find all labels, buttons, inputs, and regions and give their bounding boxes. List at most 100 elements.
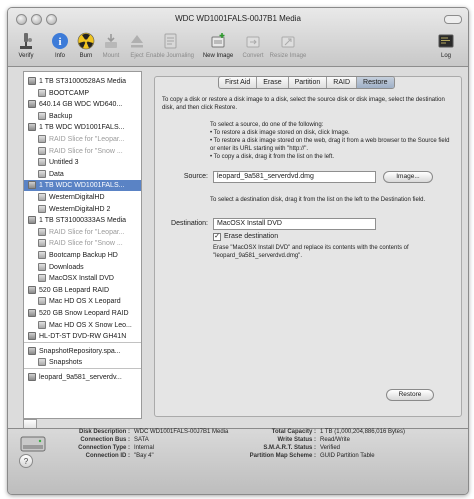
sidebar-item-label: 520 GB Leopard RAID: [39, 286, 110, 294]
source-field[interactable]: leopard_9a581_serverdvd.dmg: [213, 171, 376, 183]
source-help-item-2: • To restore a disk image stored on the …: [210, 138, 450, 152]
sidebar-item-label: Snapshots: [49, 359, 83, 367]
tab-first-aid[interactable]: First Aid: [219, 77, 258, 88]
sidebar-item[interactable]: 640.14 GB WDC WD640...: [24, 99, 141, 110]
volume-icon: [38, 320, 46, 329]
volume-icon: [38, 135, 46, 143]
volume-icon: [38, 297, 46, 306]
info-label: Info: [54, 53, 65, 59]
sidebar-item[interactable]: RAID Slice for "Snow ...: [24, 146, 141, 157]
log-button[interactable]: Log: [427, 31, 465, 59]
disk-info-bar: Disk Description : WDC WD1001FALS-00J7B1…: [8, 428, 468, 494]
tab-raid[interactable]: RAID: [327, 77, 358, 88]
erase-destination-checkbox[interactable]: ✓: [213, 233, 221, 241]
write-status-value: Read/Write: [320, 437, 350, 443]
eject-icon: [127, 31, 147, 51]
mount-label: Mount: [102, 53, 120, 59]
image-icon: [28, 346, 36, 355]
sidebar-item[interactable]: MacOSX Install DVD: [24, 273, 141, 284]
sidebar-item[interactable]: RAID Slice for "Snow ...: [24, 238, 141, 249]
volume-icon: [38, 262, 46, 271]
convert-label: Convert: [242, 53, 264, 59]
tab-restore[interactable]: Restore: [357, 77, 394, 88]
sidebar-item-label: MacOSX Install DVD: [49, 275, 114, 283]
sidebar-item[interactable]: Untitled 3: [24, 157, 141, 168]
connection-type-value: Internal: [134, 445, 155, 451]
new-image-icon: [208, 31, 228, 51]
sidebar-item[interactable]: Backup: [24, 111, 141, 122]
sidebar-item[interactable]: Mac HD OS X Leopard: [24, 296, 141, 307]
sidebar-item[interactable]: 520 GB Snow Leopard RAID: [24, 308, 141, 319]
sidebar-item-label: RAID Slice for "Leopar...: [49, 228, 125, 236]
restore-button[interactable]: Restore: [386, 389, 434, 401]
sidebar-item[interactable]: Bootcamp Backup HD: [24, 250, 141, 261]
image-button[interactable]: Image...: [383, 171, 433, 183]
sidebar-item[interactable]: SnapshotRepository.spa...: [24, 346, 141, 357]
toolbar-toggle-button[interactable]: [444, 15, 462, 24]
smart-status-value: Verified: [320, 445, 341, 451]
sidebar-item[interactable]: Mac HD OS X Snow Leo...: [24, 320, 141, 331]
new-image-button[interactable]: New Image: [198, 31, 238, 59]
volume-icon: [38, 111, 46, 120]
sidebar-item[interactable]: 1 TB ST31000333AS Media: [24, 215, 141, 226]
connection-type-key: Connection Type :: [78, 445, 130, 451]
enable-journaling-button[interactable]: Enable Journaling: [145, 31, 195, 59]
sidebar-item[interactable]: BOOTCAMP: [24, 88, 141, 99]
verify-label: Verify: [18, 53, 34, 59]
sidebar-item[interactable]: RAID Slice for "Leopar...: [24, 227, 141, 238]
sidebar-item[interactable]: 1 TB WDC WD1001FALS...: [24, 122, 141, 133]
sidebar-item[interactable]: Data: [24, 169, 141, 180]
volume-icon: [38, 204, 46, 213]
sidebar-item-label: Data: [49, 170, 64, 178]
sidebar-item-label: WesternDigitalHD: [49, 194, 105, 201]
write-status-key: Write Status :: [277, 437, 316, 443]
verify-button[interactable]: Verify: [8, 31, 45, 59]
tab-erase[interactable]: Erase: [257, 77, 289, 88]
source-label: Source:: [183, 173, 208, 180]
volume-icon: [38, 88, 46, 97]
sidebar-item-label: Downloads: [49, 263, 84, 271]
tab-partition[interactable]: Partition: [289, 77, 328, 88]
sidebar-item[interactable]: 520 GB Leopard RAID: [24, 285, 141, 296]
volume-icon: [38, 158, 46, 167]
volume-icon: [38, 146, 46, 155]
disk-list-sidebar[interactable]: 1 TB ST31000528AS Media BOOTCAMP 640.14 GB…: [23, 71, 142, 419]
tab-bar: First Aid Erase Partition RAID Restore: [218, 76, 395, 89]
destination-field[interactable]: MacOSX Install DVD: [213, 218, 376, 230]
disk-icon: [28, 100, 36, 109]
sidebar-item[interactable]: leopard_9a581_serverdv...: [24, 372, 141, 383]
sidebar-item[interactable]: RAID Slice for "Leopar...: [24, 134, 141, 145]
optical-icon: [28, 332, 36, 341]
sidebar-item-label: 1 TB WDC WD1001FALS...: [39, 182, 125, 190]
volume-icon: [38, 169, 46, 178]
connection-bus-key: Connection Bus :: [80, 437, 130, 443]
log-label: Log: [440, 53, 451, 59]
help-button[interactable]: ?: [19, 454, 33, 468]
source-help-title: To select a source, do one of the follow…: [210, 122, 324, 128]
sidebar-item-label: RAID Slice for "Snow ...: [49, 240, 123, 248]
volume-icon: [38, 251, 46, 259]
source-help-item-1: • To restore a disk image stored on disk…: [210, 130, 350, 136]
sidebar-item[interactable]: 1 TB WDC WD1001FALS...: [24, 180, 141, 192]
sidebar-item[interactable]: Downloads: [24, 262, 141, 273]
source-help-item-3: • To copy a disk, drag it from the list …: [210, 154, 335, 160]
volume-icon: [38, 227, 46, 236]
volume-icon: [38, 239, 46, 248]
sidebar-item-label: RAID Slice for "Snow ...: [49, 147, 123, 155]
sidebar-item[interactable]: HL-DT-ST DVD-RW GH41N: [24, 331, 141, 342]
new-image-label: New Image: [202, 53, 234, 59]
sidebar-item[interactable]: WesternDigitalHD 2: [24, 204, 141, 215]
sidebar-item-label: Untitled 3: [49, 159, 79, 167]
total-capacity-value: 1 TB (1,000,204,886,016 Bytes): [320, 429, 405, 435]
disk-icon: [28, 285, 36, 294]
sidebar-separator: [24, 368, 141, 369]
disk-icon: [28, 309, 36, 317]
erase-note: Erase "MacOSX Install DVD" and replace i…: [213, 245, 409, 259]
partition-map-scheme-key: Partition Map Scheme :: [249, 453, 316, 459]
sidebar-item[interactable]: WesternDigitalHD: [24, 192, 141, 203]
resize-image-button[interactable]: Resize Image: [266, 31, 310, 59]
disk-description-value: WDC WD1001FALS-00J7B1 Media: [134, 429, 229, 435]
sidebar-item[interactable]: 1 TB ST31000528AS Media: [24, 76, 141, 87]
sidebar-item[interactable]: Snapshots: [24, 357, 141, 368]
sidebar-item-label: HL-DT-ST DVD-RW GH41N: [39, 333, 127, 341]
